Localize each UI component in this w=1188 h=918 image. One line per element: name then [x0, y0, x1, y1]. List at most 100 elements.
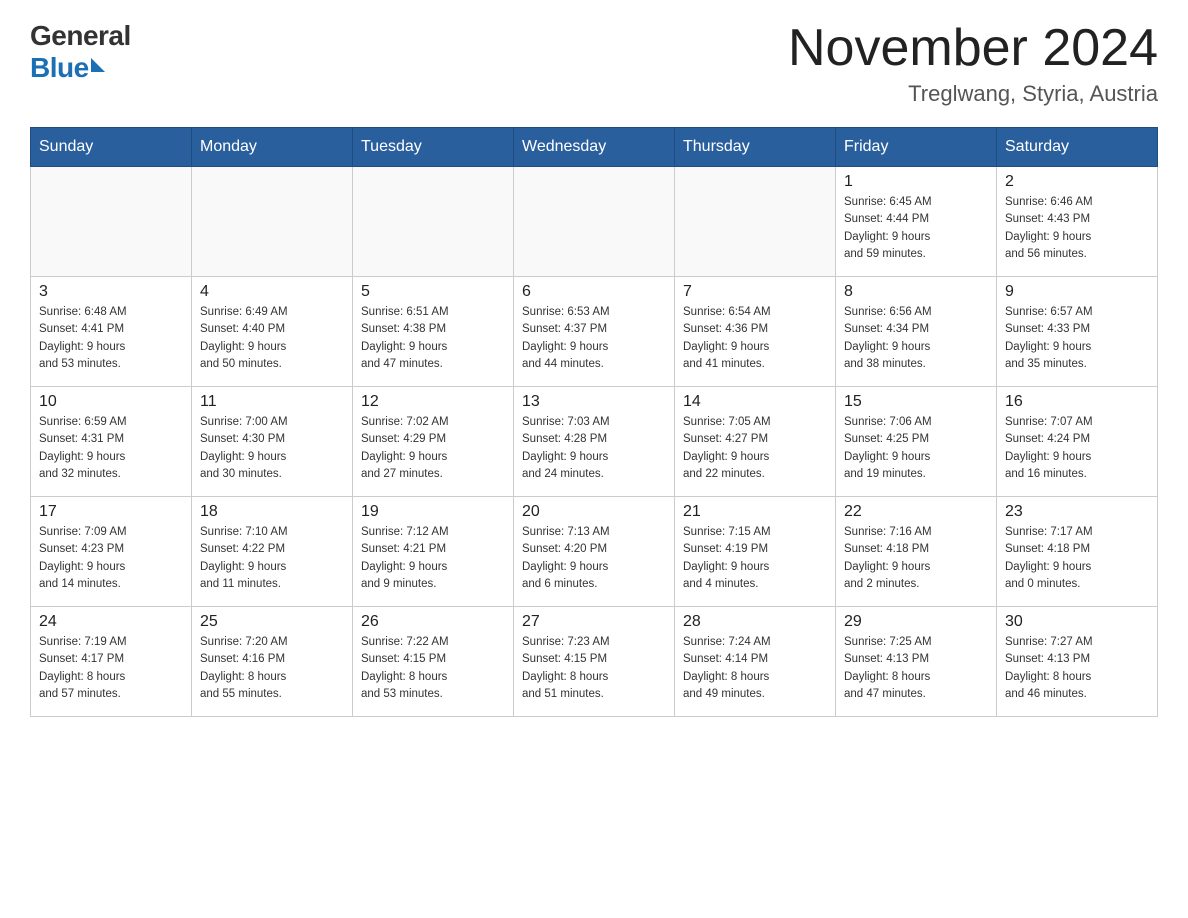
column-header-tuesday: Tuesday	[353, 128, 514, 167]
calendar-cell: 23 Sunrise: 7:17 AM Sunset: 4:18 PM Dayli…	[997, 497, 1158, 607]
calendar-cell: 12 Sunrise: 7:02 AM Sunset: 4:29 PM Dayli…	[353, 387, 514, 497]
day-number: 14	[683, 393, 827, 411]
calendar-cell: 16 Sunrise: 7:07 AM Sunset: 4:24 PM Dayli…	[997, 387, 1158, 497]
logo-general-text: General	[30, 20, 131, 52]
calendar-cell: 19 Sunrise: 7:12 AM Sunset: 4:21 PM Dayli…	[353, 497, 514, 607]
day-info: Sunrise: 7:19 AM Sunset: 4:17 PM Dayligh…	[39, 634, 183, 703]
month-year-title: November 2024	[788, 20, 1158, 77]
logo: General Blue	[30, 20, 131, 84]
day-number: 12	[361, 393, 505, 411]
calendar-cell	[31, 167, 192, 277]
day-info: Sunrise: 6:56 AM Sunset: 4:34 PM Dayligh…	[844, 304, 988, 373]
day-number: 17	[39, 503, 183, 521]
day-info: Sunrise: 6:48 AM Sunset: 4:41 PM Dayligh…	[39, 304, 183, 373]
day-info: Sunrise: 6:49 AM Sunset: 4:40 PM Dayligh…	[200, 304, 344, 373]
day-number: 5	[361, 283, 505, 301]
page-header: General Blue November 2024 Treglwang, St…	[30, 20, 1158, 107]
day-number: 16	[1005, 393, 1149, 411]
calendar-cell: 11 Sunrise: 7:00 AM Sunset: 4:30 PM Dayli…	[192, 387, 353, 497]
calendar-cell: 29 Sunrise: 7:25 AM Sunset: 4:13 PM Dayli…	[836, 607, 997, 717]
day-info: Sunrise: 7:10 AM Sunset: 4:22 PM Dayligh…	[200, 524, 344, 593]
calendar-cell: 15 Sunrise: 7:06 AM Sunset: 4:25 PM Dayli…	[836, 387, 997, 497]
calendar-cell: 21 Sunrise: 7:15 AM Sunset: 4:19 PM Dayli…	[675, 497, 836, 607]
day-info: Sunrise: 7:03 AM Sunset: 4:28 PM Dayligh…	[522, 414, 666, 483]
day-number: 13	[522, 393, 666, 411]
day-number: 21	[683, 503, 827, 521]
day-number: 29	[844, 613, 988, 631]
day-number: 27	[522, 613, 666, 631]
calendar-cell: 8Sunrise: 6:56 AM Sunset: 4:34 PM Daylig…	[836, 277, 997, 387]
day-info: Sunrise: 6:54 AM Sunset: 4:36 PM Dayligh…	[683, 304, 827, 373]
day-info: Sunrise: 7:02 AM Sunset: 4:29 PM Dayligh…	[361, 414, 505, 483]
column-header-thursday: Thursday	[675, 128, 836, 167]
calendar-cell: 18Sunrise: 7:10 AM Sunset: 4:22 PM Dayli…	[192, 497, 353, 607]
calendar-week-row: 10 Sunrise: 6:59 AM Sunset: 4:31 PM Dayli…	[31, 387, 1158, 497]
calendar-cell: 6 Sunrise: 6:53 AM Sunset: 4:37 PM Daylig…	[514, 277, 675, 387]
column-header-friday: Friday	[836, 128, 997, 167]
day-number: 4	[200, 283, 344, 301]
calendar-cell: 27 Sunrise: 7:23 AM Sunset: 4:15 PM Dayli…	[514, 607, 675, 717]
day-info: Sunrise: 7:25 AM Sunset: 4:13 PM Dayligh…	[844, 634, 988, 703]
day-number: 6	[522, 283, 666, 301]
day-number: 26	[361, 613, 505, 631]
calendar-cell: 10 Sunrise: 6:59 AM Sunset: 4:31 PM Dayli…	[31, 387, 192, 497]
calendar-week-row: 1Sunrise: 6:45 AM Sunset: 4:44 PM Daylig…	[31, 167, 1158, 277]
calendar-header-row: SundayMondayTuesdayWednesdayThursdayFrid…	[31, 128, 1158, 167]
day-info: Sunrise: 7:07 AM Sunset: 4:24 PM Dayligh…	[1005, 414, 1149, 483]
day-info: Sunrise: 7:12 AM Sunset: 4:21 PM Dayligh…	[361, 524, 505, 593]
day-info: Sunrise: 7:09 AM Sunset: 4:23 PM Dayligh…	[39, 524, 183, 593]
day-number: 24	[39, 613, 183, 631]
day-info: Sunrise: 6:59 AM Sunset: 4:31 PM Dayligh…	[39, 414, 183, 483]
day-info: Sunrise: 7:00 AM Sunset: 4:30 PM Dayligh…	[200, 414, 344, 483]
location-subtitle: Treglwang, Styria, Austria	[788, 81, 1158, 107]
calendar-cell: 14Sunrise: 7:05 AM Sunset: 4:27 PM Dayli…	[675, 387, 836, 497]
day-number: 28	[683, 613, 827, 631]
calendar-cell: 17 Sunrise: 7:09 AM Sunset: 4:23 PM Dayli…	[31, 497, 192, 607]
calendar-week-row: 3Sunrise: 6:48 AM Sunset: 4:41 PM Daylig…	[31, 277, 1158, 387]
calendar-cell: 2Sunrise: 6:46 AM Sunset: 4:43 PM Daylig…	[997, 167, 1158, 277]
day-info: Sunrise: 7:17 AM Sunset: 4:18 PM Dayligh…	[1005, 524, 1149, 593]
calendar-cell: 3Sunrise: 6:48 AM Sunset: 4:41 PM Daylig…	[31, 277, 192, 387]
day-info: Sunrise: 7:13 AM Sunset: 4:20 PM Dayligh…	[522, 524, 666, 593]
calendar-cell: 22Sunrise: 7:16 AM Sunset: 4:18 PM Dayli…	[836, 497, 997, 607]
column-header-sunday: Sunday	[31, 128, 192, 167]
calendar-cell	[353, 167, 514, 277]
day-number: 25	[200, 613, 344, 631]
day-number: 19	[361, 503, 505, 521]
calendar-cell: 24 Sunrise: 7:19 AM Sunset: 4:17 PM Dayli…	[31, 607, 192, 717]
logo-triangle-icon	[91, 58, 105, 72]
day-info: Sunrise: 6:53 AM Sunset: 4:37 PM Dayligh…	[522, 304, 666, 373]
day-number: 30	[1005, 613, 1149, 631]
calendar-cell	[514, 167, 675, 277]
calendar-cell: 30Sunrise: 7:27 AM Sunset: 4:13 PM Dayli…	[997, 607, 1158, 717]
calendar-cell: 20Sunrise: 7:13 AM Sunset: 4:20 PM Dayli…	[514, 497, 675, 607]
column-header-wednesday: Wednesday	[514, 128, 675, 167]
day-number: 15	[844, 393, 988, 411]
calendar-cell: 7 Sunrise: 6:54 AM Sunset: 4:36 PM Daylig…	[675, 277, 836, 387]
day-info: Sunrise: 6:57 AM Sunset: 4:33 PM Dayligh…	[1005, 304, 1149, 373]
day-number: 22	[844, 503, 988, 521]
calendar-week-row: 17 Sunrise: 7:09 AM Sunset: 4:23 PM Dayli…	[31, 497, 1158, 607]
calendar-cell: 28Sunrise: 7:24 AM Sunset: 4:14 PM Dayli…	[675, 607, 836, 717]
column-header-saturday: Saturday	[997, 128, 1158, 167]
day-number: 23	[1005, 503, 1149, 521]
day-number: 7	[683, 283, 827, 301]
calendar-cell	[192, 167, 353, 277]
day-info: Sunrise: 7:23 AM Sunset: 4:15 PM Dayligh…	[522, 634, 666, 703]
day-info: Sunrise: 7:06 AM Sunset: 4:25 PM Dayligh…	[844, 414, 988, 483]
column-header-monday: Monday	[192, 128, 353, 167]
calendar-cell: 25 Sunrise: 7:20 AM Sunset: 4:16 PM Dayli…	[192, 607, 353, 717]
calendar-cell: 5 Sunrise: 6:51 AM Sunset: 4:38 PM Daylig…	[353, 277, 514, 387]
day-info: Sunrise: 6:45 AM Sunset: 4:44 PM Dayligh…	[844, 194, 988, 263]
day-info: Sunrise: 6:51 AM Sunset: 4:38 PM Dayligh…	[361, 304, 505, 373]
calendar-cell: 1Sunrise: 6:45 AM Sunset: 4:44 PM Daylig…	[836, 167, 997, 277]
day-info: Sunrise: 7:15 AM Sunset: 4:19 PM Dayligh…	[683, 524, 827, 593]
calendar-cell: 26Sunrise: 7:22 AM Sunset: 4:15 PM Dayli…	[353, 607, 514, 717]
calendar-cell: 4 Sunrise: 6:49 AM Sunset: 4:40 PM Daylig…	[192, 277, 353, 387]
day-info: Sunrise: 7:20 AM Sunset: 4:16 PM Dayligh…	[200, 634, 344, 703]
calendar-table: SundayMondayTuesdayWednesdayThursdayFrid…	[30, 127, 1158, 717]
day-number: 11	[200, 393, 344, 411]
day-number: 10	[39, 393, 183, 411]
calendar-cell: 9 Sunrise: 6:57 AM Sunset: 4:33 PM Daylig…	[997, 277, 1158, 387]
day-number: 9	[1005, 283, 1149, 301]
